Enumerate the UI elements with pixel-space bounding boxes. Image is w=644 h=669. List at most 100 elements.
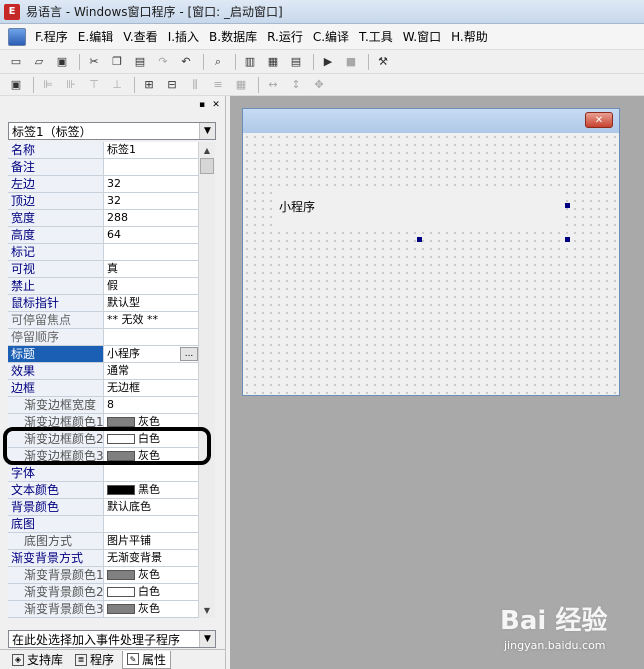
layout-1-icon[interactable]: ▥: [240, 53, 260, 71]
redo-icon[interactable]: ↷: [153, 53, 173, 71]
property-row[interactable]: 背景颜色 默认底色: [8, 499, 198, 516]
label-control[interactable]: 小程序: [275, 191, 563, 231]
property-row[interactable]: 顶边 32: [8, 193, 198, 210]
property-value[interactable]: 无渐变背景: [104, 550, 198, 566]
same-size-icon[interactable]: ▦: [231, 76, 251, 94]
form-title-bar[interactable]: ✕: [243, 109, 619, 133]
resize-handle[interactable]: [565, 237, 570, 242]
property-row[interactable]: 高度 64: [8, 227, 198, 244]
close-icon[interactable]: ✕: [211, 100, 221, 110]
form-window[interactable]: ✕ 小程序: [242, 108, 620, 396]
property-value[interactable]: 灰色: [104, 601, 198, 617]
property-row[interactable]: 标题 小程序...: [8, 346, 198, 363]
space-vertical-icon[interactable]: ≡: [208, 76, 228, 94]
property-row[interactable]: 名称 标签1: [8, 142, 198, 159]
property-value[interactable]: 32: [104, 176, 198, 192]
find-icon[interactable]: ⌕: [208, 53, 228, 71]
property-row[interactable]: 渐变背景颜色2 白色: [8, 584, 198, 601]
cut-icon[interactable]: ✂: [84, 53, 104, 71]
menu-database[interactable]: B.数据库: [204, 28, 262, 45]
paste-icon[interactable]: ▤: [130, 53, 150, 71]
property-row[interactable]: 备注: [8, 159, 198, 176]
chevron-down-icon[interactable]: ▼: [199, 631, 215, 647]
menu-help[interactable]: H.帮助: [446, 28, 493, 45]
property-value[interactable]: 通常: [104, 363, 198, 379]
stop-icon[interactable]: ■: [341, 53, 361, 71]
property-value[interactable]: [104, 329, 198, 345]
property-value[interactable]: 32: [104, 193, 198, 209]
property-row[interactable]: 字体: [8, 465, 198, 482]
same-height-icon[interactable]: ↕: [286, 76, 306, 94]
property-value[interactable]: 标签1: [104, 142, 198, 158]
align-bottom-icon[interactable]: ⊥: [107, 76, 127, 94]
align-center-icon[interactable]: ⊪: [61, 76, 81, 94]
property-value[interactable]: 白色: [104, 584, 198, 600]
property-row[interactable]: 渐变背景颜色3 灰色: [8, 601, 198, 618]
property-value[interactable]: [104, 516, 198, 532]
layout-2-icon[interactable]: ▦: [263, 53, 283, 71]
new-file-icon[interactable]: ▭: [6, 53, 26, 71]
undo-icon[interactable]: ↶: [176, 53, 196, 71]
property-row[interactable]: 渐变背景颜色1 灰色: [8, 567, 198, 584]
menu-view[interactable]: V.查看: [118, 28, 162, 45]
property-row[interactable]: 禁止假: [8, 278, 198, 295]
run-icon[interactable]: ▶: [318, 53, 338, 71]
property-scrollbar[interactable]: ▲ ▼: [198, 142, 215, 618]
form-body-grid[interactable]: 小程序: [243, 133, 619, 395]
align-top-icon[interactable]: ⊤: [84, 76, 104, 94]
property-value[interactable]: 288: [104, 210, 198, 226]
same-both-icon[interactable]: ✥: [309, 76, 329, 94]
center-horizontal-icon[interactable]: ⊞: [139, 76, 159, 94]
resize-handle[interactable]: [417, 237, 422, 242]
space-horizontal-icon[interactable]: ⫼: [185, 76, 205, 94]
property-value[interactable]: 小程序...: [104, 346, 198, 362]
property-value[interactable]: 灰色: [104, 567, 198, 583]
open-folder-icon[interactable]: ▱: [29, 53, 49, 71]
property-row[interactable]: 底图: [8, 516, 198, 533]
form-icon[interactable]: ▣: [6, 76, 26, 94]
tab-library[interactable]: ◈ 支持库: [8, 651, 67, 669]
layout-3-icon[interactable]: ▤: [286, 53, 306, 71]
copy-icon[interactable]: ❐: [107, 53, 127, 71]
property-row[interactable]: 左边 32: [8, 176, 198, 193]
property-row[interactable]: 宽度 288: [8, 210, 198, 227]
menu-compile[interactable]: C.编译: [308, 28, 354, 45]
ellipsis-button[interactable]: ...: [180, 347, 198, 361]
property-value[interactable]: [104, 465, 198, 481]
property-value[interactable]: 无边框: [104, 380, 198, 396]
scroll-down-icon[interactable]: ▼: [199, 602, 215, 618]
pin-icon[interactable]: ▪: [197, 100, 207, 110]
center-vertical-icon[interactable]: ⊟: [162, 76, 182, 94]
property-row[interactable]: 可视真: [8, 261, 198, 278]
object-selector[interactable]: 标签1（标签） ▼: [8, 122, 216, 140]
menu-run[interactable]: R.运行: [262, 28, 308, 45]
property-row[interactable]: 渐变背景方式 无渐变背景: [8, 550, 198, 567]
property-row[interactable]: 效果 通常: [8, 363, 198, 380]
same-width-icon[interactable]: ↔: [263, 76, 283, 94]
property-value[interactable]: 黑色: [104, 482, 198, 498]
property-row[interactable]: 边框 无边框: [8, 380, 198, 397]
menu-program[interactable]: F.程序: [30, 28, 73, 45]
scroll-thumb[interactable]: [200, 158, 214, 174]
property-value[interactable]: 图片平铺: [104, 533, 198, 549]
event-selector[interactable]: 在此处选择加入事件处理子程序 ▼: [8, 630, 216, 648]
property-value[interactable]: ** 无效 **: [104, 312, 198, 328]
save-icon[interactable]: ▣: [52, 53, 72, 71]
menu-tools[interactable]: T.工具: [354, 28, 398, 45]
property-value[interactable]: 假: [104, 278, 198, 294]
scroll-up-icon[interactable]: ▲: [199, 142, 215, 158]
property-value[interactable]: [104, 244, 198, 260]
title-bar[interactable]: E 易语言 - Windows窗口程序 - [窗口: _启动窗口]: [0, 0, 644, 24]
property-row[interactable]: 鼠标指针 默认型: [8, 295, 198, 312]
property-value[interactable]: 真: [104, 261, 198, 277]
resize-handle[interactable]: [565, 203, 570, 208]
align-left-icon[interactable]: ⊫: [38, 76, 58, 94]
property-row[interactable]: 可停留焦点 ** 无效 **: [8, 312, 198, 329]
property-row[interactable]: 渐变边框宽度 8: [8, 397, 198, 414]
property-value[interactable]: 默认底色: [104, 499, 198, 515]
property-row[interactable]: 标记: [8, 244, 198, 261]
tab-properties[interactable]: ✎ 属性: [122, 650, 172, 669]
menu-insert[interactable]: I.插入: [163, 28, 204, 45]
property-value[interactable]: 64: [104, 227, 198, 243]
property-row[interactable]: 停留顺序: [8, 329, 198, 346]
